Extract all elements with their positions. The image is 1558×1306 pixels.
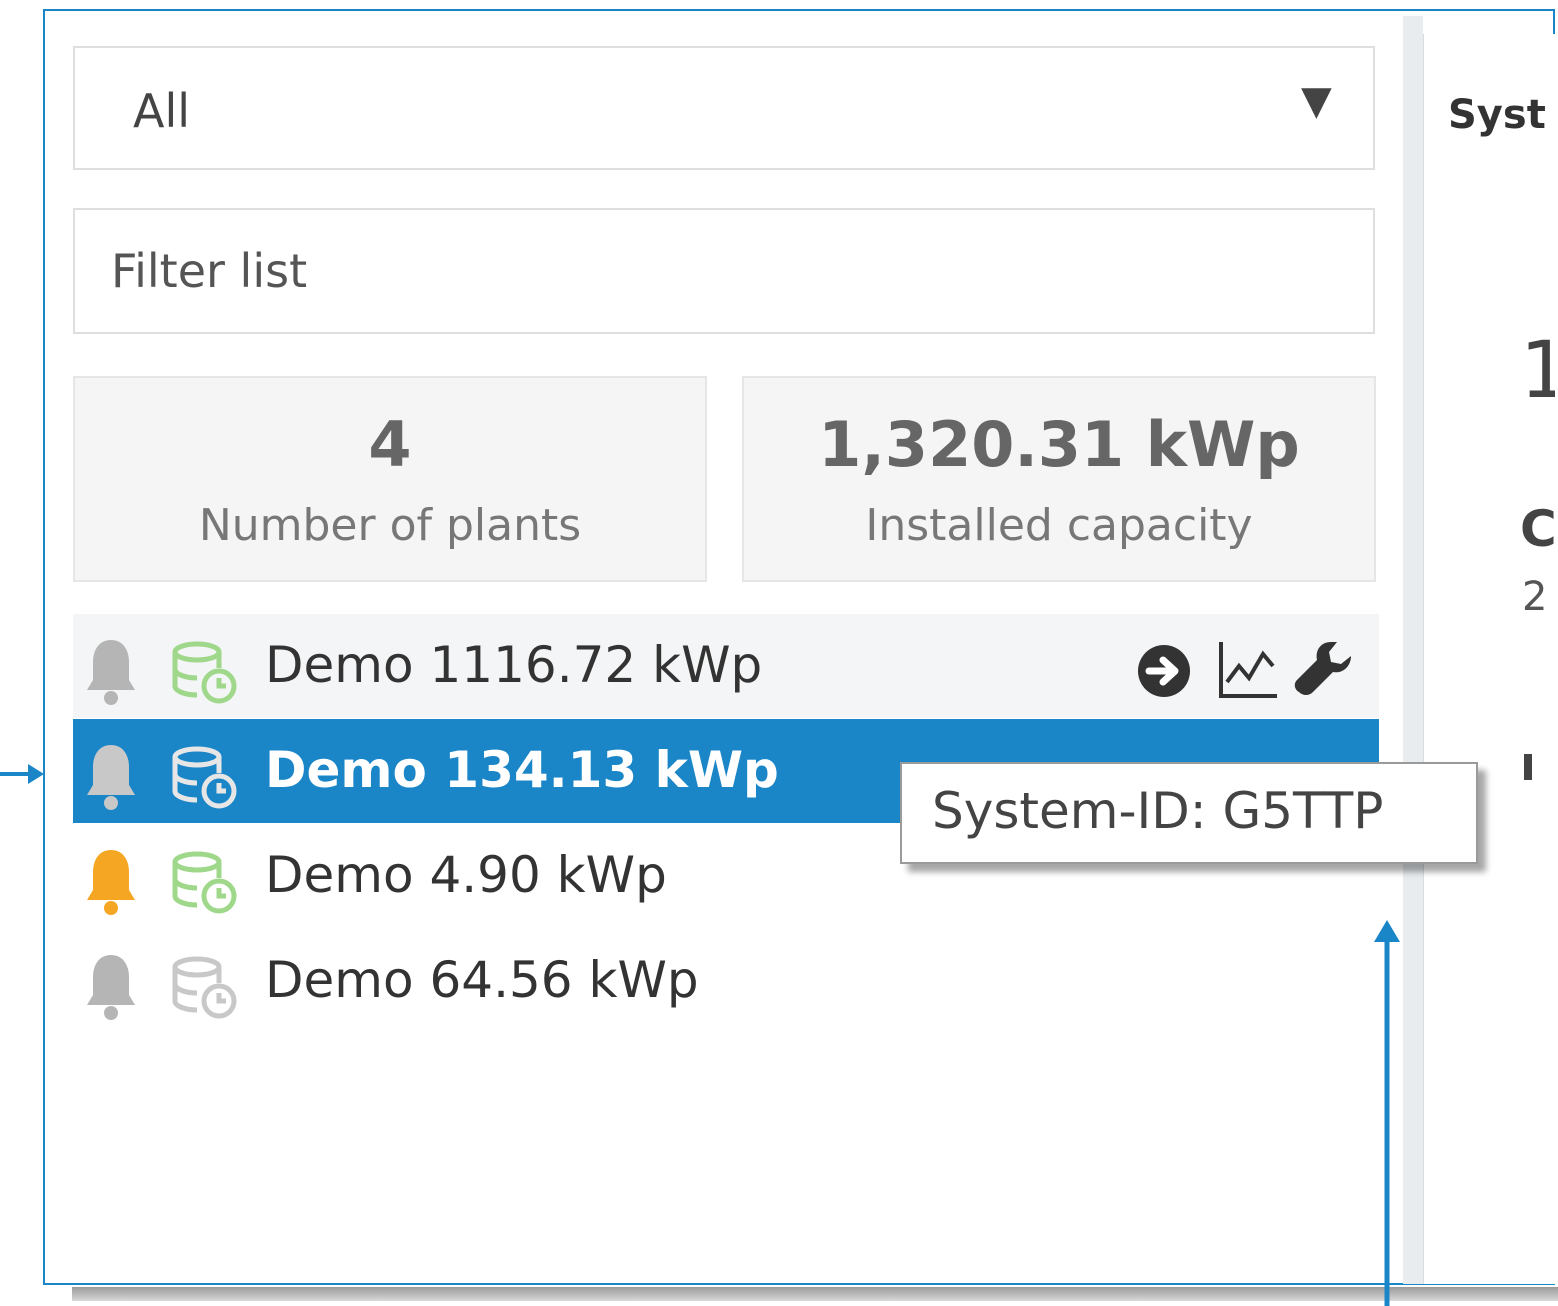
plant-type-select[interactable]: All ▼ (73, 46, 1375, 170)
wrench-icon[interactable] (1291, 636, 1357, 702)
bell-icon (87, 640, 135, 705)
number-of-plants-value: 4 (368, 408, 412, 481)
bell-icon (87, 745, 135, 810)
installed-capacity-card: 1,320.31 kWp Installed capacity (742, 376, 1376, 582)
database-clock-icon (172, 956, 237, 1019)
go-arrow-icon[interactable] (1131, 636, 1197, 702)
frame-shadow (72, 1287, 1558, 1301)
database-clock-icon (172, 746, 237, 809)
detail-panel-subheading: C (1520, 500, 1555, 558)
bell-icon (87, 850, 135, 915)
system-id-tooltip: System-ID: G5TTP (900, 762, 1478, 864)
database-clock-icon (172, 851, 237, 914)
annotation-arrow-up-icon (1374, 920, 1400, 1306)
row-actions (1131, 636, 1371, 702)
plant-name: Demo 1116.72 kWp (265, 636, 763, 694)
detail-panel-value: 1 (1520, 326, 1555, 416)
annotation-arrow-right-icon (0, 764, 44, 784)
plant-type-select-value: All (133, 84, 191, 138)
plant-list-item[interactable]: Demo 64.56 kWp (73, 929, 1379, 1033)
database-clock-icon (172, 641, 237, 704)
detail-panel-heading: Syst (1448, 92, 1546, 138)
number-of-plants-label: Number of plants (198, 500, 582, 551)
installed-capacity-label: Installed capacity (865, 500, 1253, 551)
bell-icon (87, 955, 135, 1020)
detail-panel-marker (1524, 754, 1532, 780)
chart-icon[interactable] (1215, 636, 1281, 702)
plant-name: Demo 64.56 kWp (265, 951, 699, 1009)
number-of-plants-card: 4 Number of plants (73, 376, 707, 582)
detail-panel-subvalue: 2 (1522, 574, 1548, 620)
plant-name: Demo 134.13 kWp (265, 741, 779, 799)
filter-list-input[interactable] (73, 208, 1375, 334)
plant-list-item[interactable]: Demo 1116.72 kWp (73, 614, 1379, 718)
detail-panel: Syst 1 C 2 (1423, 34, 1555, 1284)
installed-capacity-value: 1,320.31 kWp (818, 408, 1300, 481)
caret-down-icon: ▼ (1301, 78, 1332, 124)
plant-name: Demo 4.90 kWp (265, 846, 667, 904)
